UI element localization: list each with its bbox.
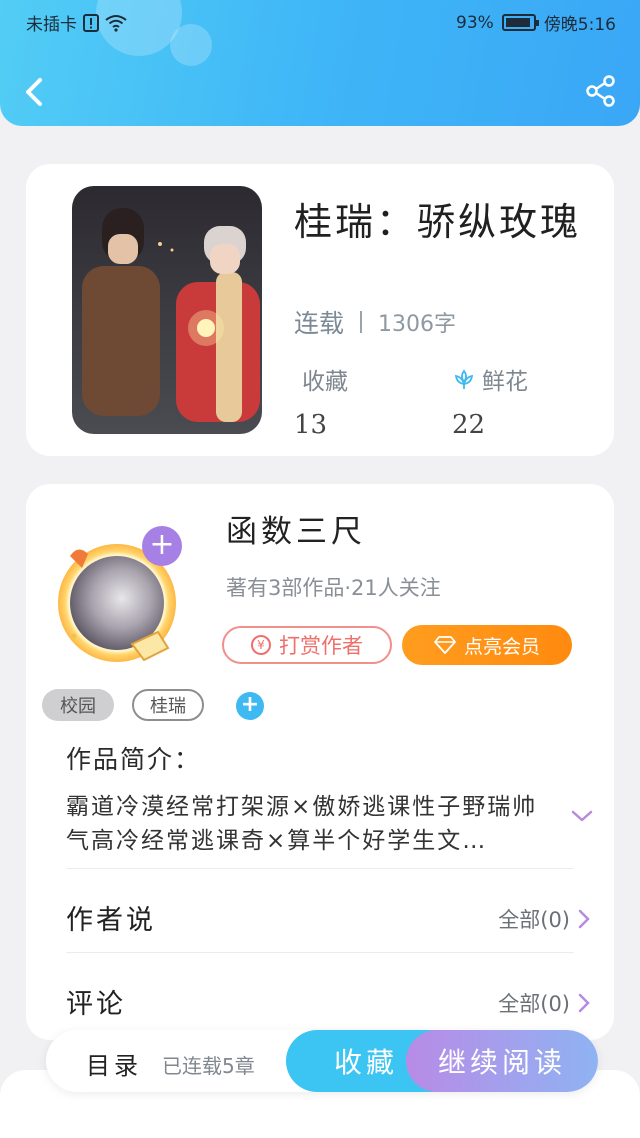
plus-icon: + [149, 527, 175, 562]
follow-plus-button[interactable]: + [142, 526, 182, 566]
word-count: 1306字 [378, 312, 457, 337]
cover-illustration [72, 186, 262, 434]
comments-all[interactable]: 全部(0) [498, 988, 590, 1018]
bottom-action-bar: 目录 已连载5章 收藏 继续阅读 [46, 1030, 598, 1092]
table-of-contents-button[interactable]: 目录 [86, 1046, 142, 1081]
header: 未插卡 93% 傍晚5:16 [0, 0, 640, 126]
divider [66, 952, 574, 953]
comments-label[interactable]: 评论 [66, 982, 126, 1021]
author-says-label[interactable]: 作者说 [66, 898, 156, 937]
author-card: + 函数三尺 著有3部作品·21人关注 ¥ 打赏作者 点亮会员 校园 桂瑞 + … [26, 484, 614, 1040]
carrier-text: 未插卡 [26, 15, 77, 35]
clock-time: 傍晚5:16 [543, 15, 616, 35]
sim-alert-icon [83, 13, 99, 32]
flowers-count: 22 [452, 410, 486, 440]
tag-guirui[interactable]: 桂瑞 [132, 689, 204, 721]
share-icon [586, 75, 615, 107]
vip-button[interactable]: 点亮会员 [402, 625, 572, 665]
tag-label: 校园 [60, 696, 96, 717]
book-status-line: 连载 1306字 [294, 304, 456, 340]
tip-author-button[interactable]: ¥ 打赏作者 [222, 626, 392, 664]
favorites-label-text: 收藏 [302, 369, 348, 395]
battery-icon [501, 14, 539, 31]
continue-reading-button[interactable]: 继续阅读 [406, 1030, 598, 1092]
yen-icon: ¥ [251, 635, 271, 655]
flower-icon [454, 369, 474, 389]
divider [66, 868, 574, 869]
book-cover-image[interactable] [72, 186, 262, 434]
battery-percent: 93% [456, 12, 494, 33]
status-right: 93% 傍晚5:16 [456, 10, 616, 36]
serial-status: 连载 [294, 309, 345, 338]
status-left: 未插卡 [26, 10, 127, 35]
author-says-all[interactable]: 全部(0) [498, 904, 590, 934]
back-button[interactable] [18, 72, 54, 112]
book-info-card: 桂瑞：骄纵玫瑰 连载 1306字 收藏 鲜花 13 22 [26, 164, 614, 456]
tip-author-label: 打赏作者 [279, 634, 363, 658]
status-bar: 未插卡 93% 傍晚5:16 [0, 0, 640, 44]
favorite-label: 收藏 [333, 1046, 398, 1079]
tag-campus[interactable]: 校园 [42, 689, 114, 721]
favorites-label: 收藏 [302, 362, 348, 396]
diamond-icon [434, 636, 456, 654]
add-tag-button[interactable]: + [236, 692, 264, 720]
intro-text[interactable]: 霸道冷漠经常打架源×傲娇逃课性子野瑞帅气高冷经常逃课奇×算半个好学生文… [66, 790, 542, 858]
back-arrow-icon [26, 78, 42, 106]
share-button[interactable] [584, 74, 618, 108]
author-says-count: 全部(0) [498, 908, 570, 932]
continue-reading-label: 继续阅读 [437, 1046, 566, 1079]
author-name[interactable]: 函数三尺 [226, 506, 366, 551]
book-title: 桂瑞：骄纵玫瑰 [294, 200, 582, 244]
flowers-label-text: 鲜花 [482, 369, 528, 395]
chevron-down-icon[interactable] [570, 806, 594, 826]
battery-fill [505, 18, 530, 27]
intro-label: 作品简介： [66, 745, 202, 774]
favorites-count: 13 [294, 410, 328, 440]
chevron-right-icon [578, 909, 590, 929]
chapters-count: 已连载5章 [162, 1054, 255, 1078]
tag-label: 桂瑞 [150, 696, 186, 717]
plus-icon: + [240, 692, 260, 717]
chevron-right-icon [578, 993, 590, 1013]
flowers-label[interactable]: 鲜花 [452, 362, 528, 396]
vip-label: 点亮会员 [463, 635, 540, 658]
status-divider [360, 311, 363, 333]
author-meta: 著有3部作品·21人关注 [226, 576, 441, 600]
wifi-icon [105, 14, 127, 32]
comments-count: 全部(0) [498, 992, 570, 1016]
